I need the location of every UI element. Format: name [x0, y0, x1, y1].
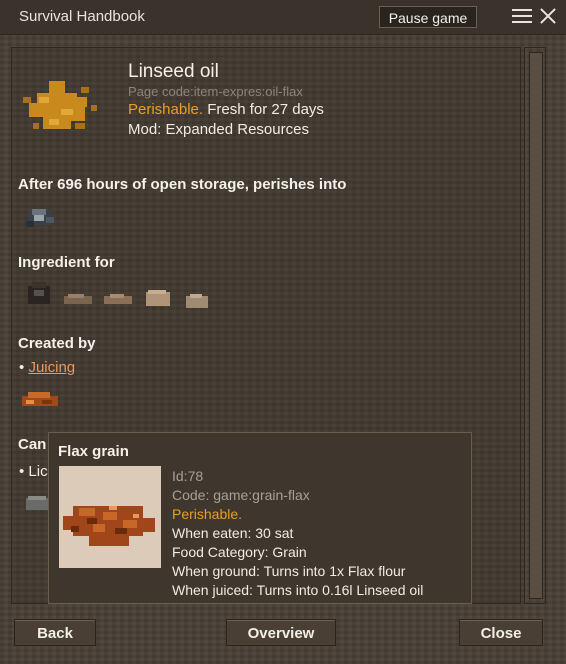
bread-icon[interactable] — [144, 288, 174, 310]
perishable-label: Perishable. — [128, 101, 204, 118]
tooltip-category: Food Category: Grain — [172, 544, 307, 560]
mod-label: Mod: Expanded Resources — [128, 121, 309, 138]
dough-icon-1[interactable] — [62, 292, 96, 308]
close-button[interactable]: Close — [459, 619, 543, 646]
tooltip-eaten: When eaten: 30 sat — [172, 525, 294, 541]
can-heading: Can — [18, 436, 47, 453]
created-by-heading: Created by — [18, 335, 96, 352]
freshness-line: Perishable. Fresh for 27 days — [128, 101, 324, 118]
dough-icon-2[interactable] — [102, 292, 136, 308]
created-by-entry: • Juicing — [19, 359, 75, 376]
tooltip-ground: When ground: Turns into 1x Flax flour — [172, 563, 406, 579]
item-name: Linseed oil — [128, 61, 219, 82]
page-code: Page code:item-expres:oil-flax — [128, 84, 303, 99]
item-tooltip: Flax grain Id:78 Code: game:grain-flax P… — [48, 432, 472, 604]
title-bar: Survival Handbook Pause game — [0, 0, 566, 35]
overview-button[interactable]: Overview — [226, 619, 336, 646]
tooltip-code: Code: game:grain-flax — [172, 487, 310, 503]
bullet-glyph: • — [19, 359, 25, 376]
ingredient-heading: Ingredient for — [18, 254, 115, 271]
crust-icon[interactable] — [182, 292, 212, 312]
window-title: Survival Handbook — [19, 8, 145, 25]
scrollbar-thumb[interactable] — [529, 52, 543, 599]
perish-heading: After 696 hours of open storage, perishe… — [18, 176, 347, 193]
menu-icon[interactable] — [512, 9, 532, 25]
back-button[interactable]: Back — [14, 619, 96, 646]
tooltip-perishable: Perishable. — [172, 506, 243, 522]
flax-grain-image — [59, 466, 161, 568]
scrollbar[interactable] — [524, 47, 546, 604]
flax-grain-icon[interactable] — [20, 388, 62, 412]
tooltip-title: Flax grain — [58, 443, 129, 460]
tooltip-id: Id:78 — [172, 468, 204, 484]
tooltip-juiced: When juiced: Turns into 0.16l Linseed oi… — [172, 582, 424, 598]
can-entry: • Lic — [19, 463, 48, 480]
pause-game-button[interactable]: Pause game — [379, 6, 477, 28]
linseed-oil-icon — [23, 81, 97, 129]
pot-icon[interactable] — [22, 280, 56, 308]
handbook-window: Survival Handbook Pause game Linseed oil… — [0, 0, 566, 664]
fresh-duration: Fresh for 27 days — [203, 101, 324, 118]
rot-icon[interactable] — [24, 205, 58, 231]
juicing-link[interactable]: Juicing — [28, 359, 75, 376]
close-icon[interactable] — [539, 7, 557, 25]
tooltip-details: Id:78 Code: game:grain-flax Perishable. … — [172, 467, 423, 600]
